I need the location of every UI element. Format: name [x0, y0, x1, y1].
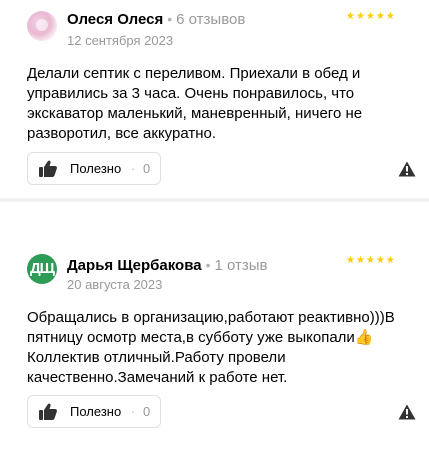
author-reviews-count: 6 отзывов	[176, 11, 246, 28]
review-date: 20 августа 2023	[67, 277, 163, 292]
separator-dot: •	[205, 257, 211, 273]
thumbs-up-icon	[39, 403, 57, 420]
helpful-button[interactable]: Полезно · 0	[27, 152, 161, 185]
review-card: ДЩ Дарья Щербакова • 1 отзыв 20 августа 20…	[0, 238, 429, 450]
rating-stars: ★★★★★	[346, 255, 396, 266]
rating-stars: ★★★★★	[346, 11, 396, 22]
helpful-label: Полезно	[70, 404, 122, 419]
thumbs-up-icon	[39, 160, 57, 177]
author-reviews-count: 1 отзыв	[214, 257, 268, 274]
review-divider	[0, 198, 429, 202]
helpful-count: 0	[143, 404, 151, 419]
helpful-separator: ·	[131, 161, 136, 176]
review-card: Олеся Олеся • 6 отзывов 12 сентября 2023 ★…	[0, 0, 429, 198]
warning-triangle-icon[interactable]	[398, 404, 416, 420]
author-line: Олеся Олеся • 6 отзывов	[67, 11, 245, 28]
author-name[interactable]: Дарья Щербакова	[67, 257, 202, 274]
helpful-separator: ·	[131, 404, 136, 419]
author-line: Дарья Щербакова • 1 отзыв	[67, 257, 268, 274]
separator-dot: •	[167, 11, 173, 27]
avatar[interactable]: ДЩ	[27, 254, 57, 284]
avatar-initials: ДЩ	[30, 260, 55, 277]
review-text: Обращались в организацию,работают реакти…	[27, 309, 395, 386]
avatar[interactable]	[27, 11, 57, 41]
helpful-count: 0	[143, 161, 151, 176]
helpful-label: Полезно	[70, 161, 122, 176]
warning-triangle-icon[interactable]	[398, 161, 416, 177]
helpful-button[interactable]: Полезно · 0	[27, 395, 161, 428]
author-name[interactable]: Олеся Олеся	[67, 11, 163, 28]
review-date: 12 сентября 2023	[67, 33, 174, 48]
review-text: Делали септик с переливом. Приехали в об…	[27, 65, 363, 142]
